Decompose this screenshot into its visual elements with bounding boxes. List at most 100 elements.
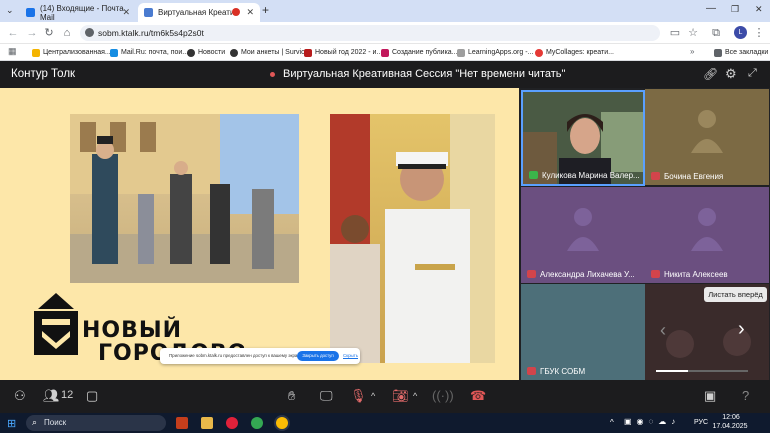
news-globe-icon xyxy=(187,48,195,57)
page-indicator-fill xyxy=(656,370,689,372)
all-bookmarks[interactable]: Все закладки xyxy=(714,46,768,59)
logo-line-1: НОВЫЙ xyxy=(82,318,183,343)
bookmark-item[interactable]: Новости xyxy=(187,46,225,59)
participant-tile[interactable]: Александра Лихачева У... xyxy=(521,187,645,283)
tab-mail[interactable]: (14) Входящие - Почта Mail ✕ xyxy=(20,3,136,22)
tab-title: Виртуальная Креативная С xyxy=(158,8,238,17)
close-window-icon[interactable]: ✕ xyxy=(755,4,763,15)
screen-share-text: Приложение sobm.ktalk.ru предоставлен до… xyxy=(169,353,303,358)
participant-tile[interactable]: Никита Алексеев xyxy=(645,187,769,283)
avatar-placeholder-icon xyxy=(691,110,723,153)
mic-on-icon xyxy=(529,171,538,179)
participants-count: 12 xyxy=(61,389,74,401)
survio-icon xyxy=(230,48,238,57)
help-icon[interactable]: ? xyxy=(742,388,749,404)
cast-icon[interactable]: ▭ xyxy=(668,26,682,40)
participants-icon[interactable]: 👥︎ xyxy=(43,388,60,404)
avatar-placeholder-icon xyxy=(691,208,723,251)
leave-call-icon[interactable]: ☎ xyxy=(470,388,486,404)
layout-icon[interactable]: ▣ xyxy=(704,388,716,404)
avatar-placeholder-icon xyxy=(567,208,599,251)
camera-options-chevron-icon[interactable]: ^ xyxy=(413,388,417,404)
settings-gear-icon[interactable]: ⚙ xyxy=(725,66,737,82)
minimize-icon[interactable]: — xyxy=(706,3,716,14)
clock-date[interactable]: 17.04.2025 xyxy=(711,423,749,430)
windows-start-icon[interactable]: ⊞ xyxy=(7,417,16,430)
hide-notice-link[interactable]: Скрыть xyxy=(343,353,358,358)
profile-avatar[interactable]: L xyxy=(734,26,747,39)
mailru-icon xyxy=(110,48,118,57)
menu-kebab-icon[interactable]: ⋮ xyxy=(752,26,766,40)
close-tab-icon[interactable]: ✕ xyxy=(122,7,130,18)
page-indicator xyxy=(656,370,748,372)
clock-time[interactable]: 12:06 xyxy=(716,414,746,421)
search-placeholder: Поиск xyxy=(44,418,67,427)
site-info-icon[interactable] xyxy=(85,28,94,37)
camera-off-icon[interactable]: 📷︎ xyxy=(392,388,409,404)
bookmark-item[interactable]: Мои анкеты | Survio xyxy=(230,46,305,59)
shared-screen: НОВЫЙ ГОРОДОВОЙ Приложение sobm.ktalk.ru… xyxy=(0,88,519,380)
bookmark-item[interactable]: Создание публика... xyxy=(381,46,458,59)
back-icon[interactable]: ← xyxy=(6,26,20,40)
screen-share-notice: Приложение sobm.ktalk.ru предоставлен до… xyxy=(160,348,360,364)
new-tab-icon[interactable]: + xyxy=(262,3,269,17)
copy-link-icon[interactable]: 🔗︎ xyxy=(703,67,718,81)
powerpoint-icon[interactable] xyxy=(176,417,188,429)
participant-tile[interactable]: Куликова Марина Валер... xyxy=(521,90,645,186)
maximize-icon[interactable]: ❐ xyxy=(731,4,739,15)
participant-tile[interactable]: ГБУК СОБМ xyxy=(521,284,645,380)
raise-hand-icon[interactable]: ✋︎ xyxy=(288,388,295,404)
folder-icon xyxy=(714,48,722,57)
participant-tile[interactable]: Бочина Евгения xyxy=(645,89,769,185)
tray-icons[interactable]: ▣◉◌☁♪ xyxy=(624,417,680,426)
app-header: Контур Толк Виртуальная Креативная Сесси… xyxy=(0,61,770,88)
more-bookmarks-icon[interactable]: » xyxy=(690,47,694,56)
tab-search-icon[interactable]: ⌄ xyxy=(6,5,14,16)
close-tab-icon[interactable]: ✕ xyxy=(246,7,254,18)
mic-options-chevron-icon[interactable]: ^ xyxy=(371,388,375,404)
bookmark-item[interactable]: Централизованная... xyxy=(32,46,111,59)
fullscreen-icon[interactable]: ⤢ xyxy=(748,67,757,80)
app-brand: Контур Толк xyxy=(11,68,76,80)
screen-share-icon[interactable]: 🖵︎ xyxy=(320,388,333,404)
tab-ktalk[interactable]: Виртуальная Креативная С ✕ xyxy=(138,3,260,22)
participant-name: Куликова Марина Валер... xyxy=(542,171,640,180)
slide-photo-left xyxy=(70,114,299,283)
next-page-icon[interactable]: › xyxy=(738,318,745,341)
opera-icon[interactable] xyxy=(226,417,238,429)
bookmark-item[interactable]: Mail.Ru: почта, пои... xyxy=(110,46,188,59)
chrome-old-icon[interactable] xyxy=(251,417,263,429)
broadcast-icon[interactable]: ((·)) xyxy=(432,388,454,404)
extensions-icon[interactable]: ⧉ xyxy=(709,26,723,40)
apps-grid-icon[interactable]: ▦ xyxy=(8,46,17,57)
tray-chevron-icon[interactable]: ^ xyxy=(610,418,614,427)
file-explorer-icon[interactable] xyxy=(201,417,213,429)
home-icon[interactable]: ⌂ xyxy=(60,26,74,40)
previous-page-icon[interactable]: ‹ xyxy=(660,320,666,341)
mycollages-heart-icon xyxy=(535,48,543,57)
tower-logo-icon xyxy=(34,293,78,355)
mic-off-icon[interactable]: 🎙︎ xyxy=(350,388,367,404)
bookmark-star-icon[interactable]: ☆ xyxy=(686,26,700,40)
recording-tab-icon xyxy=(232,8,240,16)
chat-icon[interactable]: ▢ xyxy=(86,388,98,404)
url-text: sobm.ktalk.ru/tm6k5s4p2s0t xyxy=(98,28,204,38)
next-page-tooltip: Листать вперёд xyxy=(704,287,767,302)
forward-icon[interactable]: → xyxy=(25,26,39,40)
taskbar-search[interactable]: ⌕ Поиск xyxy=(26,415,166,431)
apps-icon[interactable]: ⚇ xyxy=(14,388,26,404)
man-in-uniform-image xyxy=(330,114,495,363)
search-icon: ⌕ xyxy=(32,417,38,427)
chrome-icon[interactable] xyxy=(276,417,288,429)
participant-name: ГБУК СОБМ xyxy=(540,367,586,376)
reload-icon[interactable]: ↻ xyxy=(42,26,56,40)
bookmark-item[interactable]: LearningApps.org -... xyxy=(457,46,533,59)
input-language[interactable]: РУС xyxy=(694,419,708,426)
bookmarks-bar: ▦ Централизованная... Mail.Ru: почта, по… xyxy=(0,44,770,61)
address-bar[interactable]: sobm.ktalk.ru/tm6k5s4p2s0t xyxy=(80,25,660,41)
bookmark-item[interactable]: Новый год 2022 - и... xyxy=(304,46,382,59)
call-controls: ⚇ 👥︎ 12 ▢ ✋︎ 🖵︎ 🎙︎ ^ 📷︎ ^ ((·)) ☎ ▣ ? xyxy=(0,380,770,413)
stop-sharing-button[interactable]: Закрыть доступ xyxy=(297,351,339,361)
bookmark-item[interactable]: MyCollages: креати... xyxy=(535,46,614,59)
participant-name: Бочина Евгения xyxy=(664,172,724,181)
